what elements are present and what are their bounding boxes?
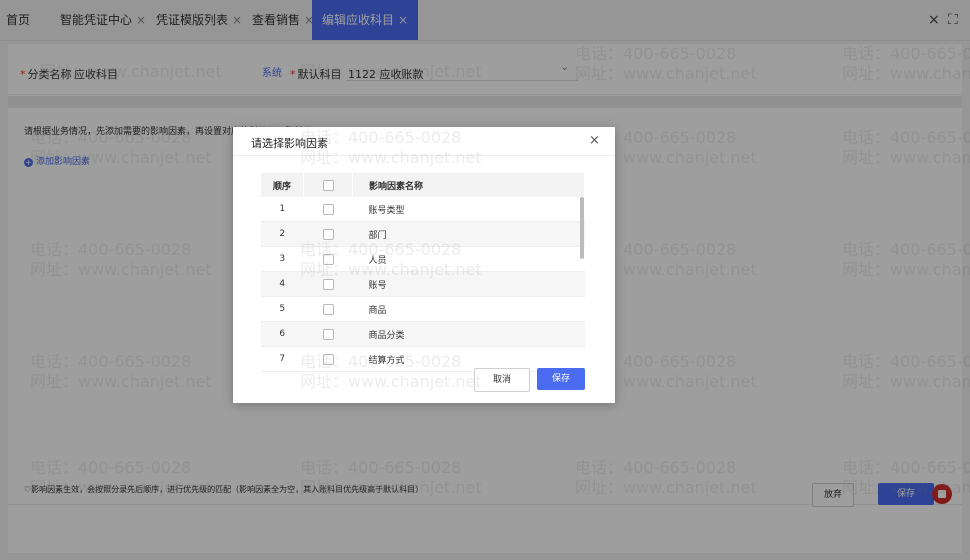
row-checkbox[interactable] xyxy=(303,321,353,347)
column-header-factor-name: 影响因素名称 xyxy=(352,173,585,197)
row-checkbox[interactable] xyxy=(303,197,353,222)
table-row[interactable]: 6 商品分类 xyxy=(261,321,585,347)
row-factor-name: 商品分类 xyxy=(352,321,585,347)
table-row[interactable]: 2 部门 xyxy=(261,221,585,247)
table-row[interactable]: 1 账号类型 xyxy=(261,197,585,222)
checkbox-icon[interactable] xyxy=(322,353,334,365)
checkbox-icon[interactable] xyxy=(322,228,334,240)
table-scrollbar[interactable] xyxy=(580,197,584,259)
checkbox-icon[interactable] xyxy=(322,179,334,191)
column-header-order: 顺序 xyxy=(261,173,304,197)
row-order: 1 xyxy=(261,197,304,222)
row-checkbox[interactable] xyxy=(303,346,353,372)
table-header-row: 顺序 影响因素名称 xyxy=(261,173,585,197)
row-factor-name: 人员 xyxy=(352,246,585,272)
dialog-divider xyxy=(233,155,615,156)
row-factor-name: 部门 xyxy=(352,221,585,247)
row-factor-name: 账号类型 xyxy=(352,197,585,222)
table-row[interactable]: 7 结算方式 xyxy=(261,346,585,372)
table-row[interactable]: 5 商品 xyxy=(261,296,585,322)
row-checkbox[interactable] xyxy=(303,271,353,297)
dialog-title: 请选择影响因素 xyxy=(251,137,328,150)
dialog-save-button[interactable]: 保存 xyxy=(537,368,585,390)
close-icon[interactable]: × xyxy=(589,133,600,148)
row-checkbox[interactable] xyxy=(303,296,353,322)
checkbox-icon[interactable] xyxy=(322,328,334,340)
select-all-checkbox[interactable] xyxy=(303,173,353,197)
dialog-cancel-button[interactable]: 取消 xyxy=(474,368,530,392)
checkbox-icon[interactable] xyxy=(322,203,334,215)
row-checkbox[interactable] xyxy=(303,246,353,272)
row-order: 7 xyxy=(261,346,304,372)
checkbox-icon[interactable] xyxy=(322,303,334,315)
row-order: 5 xyxy=(261,296,304,322)
checkbox-icon[interactable] xyxy=(322,253,334,265)
factor-table: 顺序 影响因素名称 1 账号类型 2 部门 3 人员 4 账号 5 商品 6 商品分类 7结… xyxy=(261,173,585,372)
row-factor-name: 账号 xyxy=(352,271,585,297)
row-checkbox[interactable] xyxy=(303,221,353,247)
row-order: 3 xyxy=(261,246,304,272)
row-order: 6 xyxy=(261,321,304,347)
checkbox-icon[interactable] xyxy=(322,278,334,290)
select-factor-dialog: 请选择影响因素 × 顺序 影响因素名称 1 账号类型 2 部门 3 人员 4 账号 5 商… xyxy=(233,127,615,403)
row-order: 4 xyxy=(261,271,304,297)
row-order: 2 xyxy=(261,221,304,247)
row-factor-name: 商品 xyxy=(352,296,585,322)
table-row[interactable]: 3 人员 xyxy=(261,246,585,272)
table-row[interactable]: 4 账号 xyxy=(261,271,585,297)
